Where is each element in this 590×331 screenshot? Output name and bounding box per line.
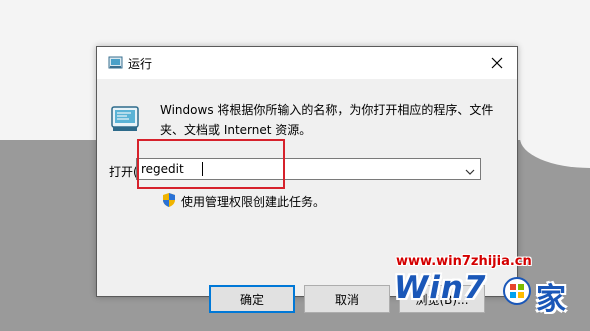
admin-note: 使用管理权限创建此任务。 — [181, 195, 326, 209]
ok-button[interactable]: 确定 — [209, 285, 295, 313]
close-icon — [491, 54, 503, 73]
shield-icon — [161, 192, 177, 208]
run-icon — [109, 103, 141, 135]
dropdown-button[interactable] — [462, 161, 478, 177]
text-caret — [202, 162, 203, 176]
open-combobox[interactable] — [136, 158, 481, 180]
chevron-down-icon — [465, 160, 475, 179]
window-title: 运行 — [128, 57, 153, 71]
windows-flag-icon — [502, 276, 532, 306]
dialog-description: Windows 将根据你所输入的名称，为你打开相应的程序、文件夹、文档或 Int… — [160, 103, 494, 137]
watermark: www.win7zhijia.cn Win7 家 — [390, 252, 590, 331]
run-app-icon — [108, 55, 123, 70]
watermark-logo-suffix: 家 — [536, 282, 566, 317]
open-input[interactable] — [137, 159, 461, 179]
title-bar: 运行 — [97, 47, 517, 79]
watermark-logo-text: Win7 — [394, 270, 487, 306]
cancel-button[interactable]: 取消 — [304, 285, 390, 313]
watermark-url: www.win7zhijia.cn — [396, 254, 532, 269]
close-button[interactable] — [477, 47, 517, 79]
